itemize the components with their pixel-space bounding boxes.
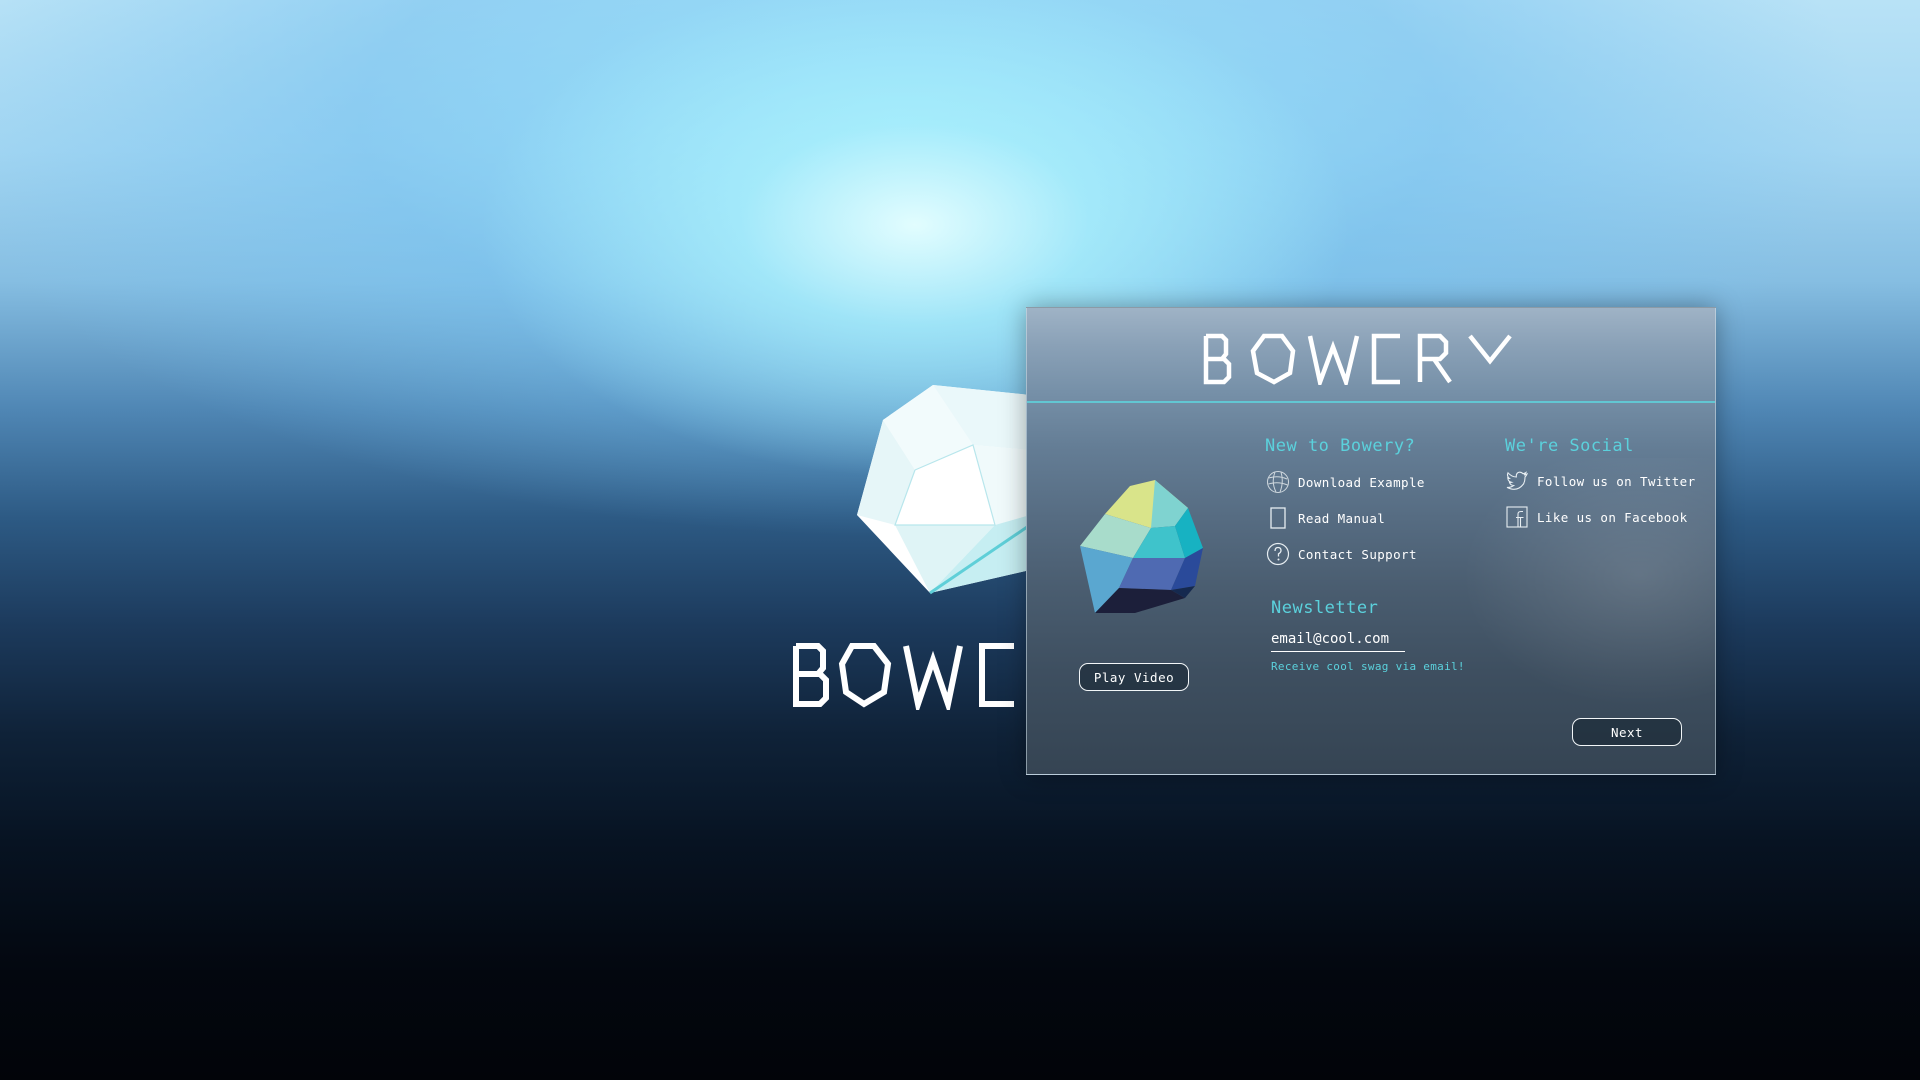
email-underline bbox=[1271, 651, 1405, 652]
newsletter-subtitle: Receive cool swag via email! bbox=[1271, 660, 1465, 673]
contact-support-link[interactable]: Contact Support bbox=[1266, 542, 1417, 566]
question-icon bbox=[1266, 542, 1290, 566]
bowery-gem-logo bbox=[1080, 480, 1203, 613]
facebook-link[interactable]: Like us on Facebook bbox=[1505, 505, 1688, 529]
facebook-icon bbox=[1506, 506, 1528, 528]
header-wordmark bbox=[1203, 333, 1512, 385]
twitter-link[interactable]: Follow us on Twitter bbox=[1505, 469, 1696, 493]
next-button[interactable]: Next bbox=[1572, 718, 1682, 746]
download-example-label: Download Example bbox=[1298, 474, 1425, 490]
facebook-label: Like us on Facebook bbox=[1537, 509, 1688, 525]
read-manual-label: Read Manual bbox=[1298, 510, 1386, 526]
twitter-icon bbox=[1506, 471, 1529, 490]
newsletter-email-input[interactable] bbox=[1271, 631, 1431, 648]
welcome-dialog: Play Video New to Bowery? Download Examp… bbox=[1026, 307, 1716, 775]
book-icon bbox=[1270, 507, 1286, 529]
read-manual-link[interactable]: Read Manual bbox=[1266, 506, 1385, 530]
header-divider bbox=[1027, 401, 1715, 403]
were-social-title: We're Social bbox=[1505, 436, 1634, 456]
play-video-button[interactable]: Play Video bbox=[1079, 663, 1189, 691]
globe-icon bbox=[1267, 471, 1289, 493]
contact-support-label: Contact Support bbox=[1298, 546, 1417, 562]
background-logo-gem bbox=[857, 385, 1030, 595]
background-wordmark bbox=[793, 643, 1014, 710]
newsletter-title: Newsletter bbox=[1271, 598, 1379, 618]
new-to-bowery-title: New to Bowery? bbox=[1265, 436, 1416, 456]
dialog-header bbox=[1027, 308, 1715, 401]
download-example-link[interactable]: Download Example bbox=[1266, 470, 1425, 494]
twitter-label: Follow us on Twitter bbox=[1537, 473, 1696, 489]
